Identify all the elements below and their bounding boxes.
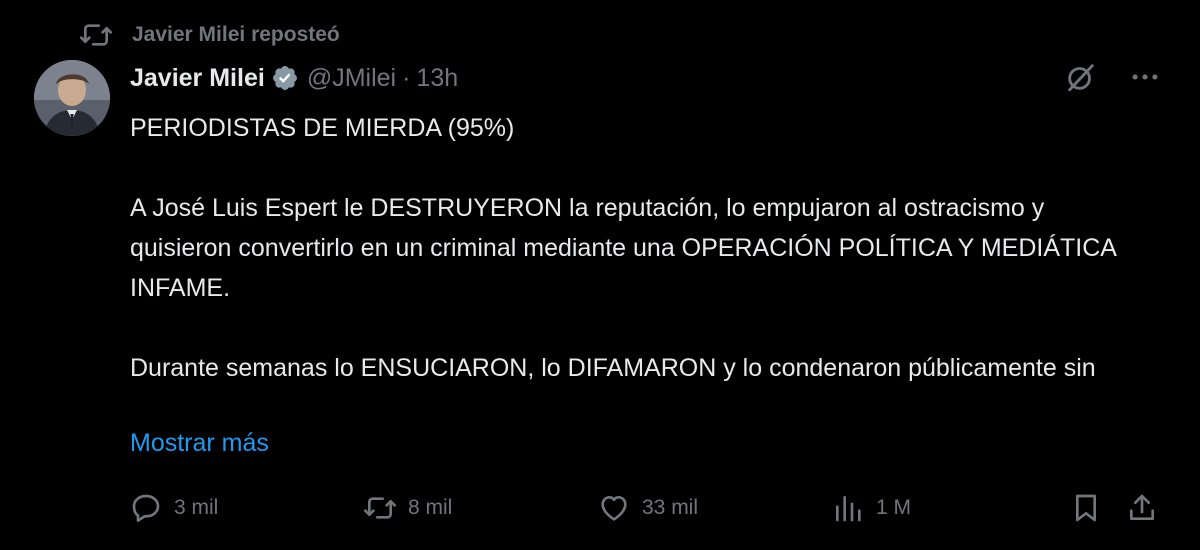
tweet-paragraph: PERIODISTAS DE MIERDA (95%) (130, 114, 515, 142)
share-button[interactable] (1126, 488, 1158, 528)
show-more-link[interactable]: Mostrar más (130, 423, 269, 463)
author-name[interactable]: Javier Milei (130, 64, 265, 93)
retweet-icon (364, 497, 396, 519)
views-button[interactable]: 1 M (832, 488, 911, 528)
views-count: 1 M (876, 496, 912, 519)
reply-icon (132, 494, 160, 522)
grok-icon[interactable] (1064, 60, 1098, 94)
avatar-image (34, 60, 110, 136)
like-count: 33 mil (642, 496, 699, 519)
tweet-text: PERIODISTAS DE MIERDA (95%) A José Luis … (130, 108, 1140, 388)
analytics-icon (836, 496, 861, 522)
retweet-button[interactable]: 8 mil (364, 488, 452, 528)
share-icon (1130, 494, 1154, 520)
separator-dot: · (402, 63, 411, 92)
retweet-count: 8 mil (408, 496, 453, 519)
tweet-header: Javier Milei @JMilei · 13h (130, 60, 458, 96)
more-options-icon[interactable] (1128, 60, 1162, 94)
like-button[interactable]: 33 mil (598, 488, 698, 528)
bookmark-icon (1076, 494, 1096, 522)
reply-count: 3 mil (174, 496, 219, 519)
avatar[interactable] (34, 60, 110, 136)
tweet-top-actions (1064, 60, 1162, 94)
tweet-actions-bar: 3 mil 8 mil 33 mil 1 M (130, 488, 1170, 528)
bookmark-button[interactable] (1070, 488, 1102, 528)
verified-badge-icon[interactable] (271, 64, 299, 92)
retweet-icon (80, 24, 112, 46)
tweet-paragraph: A José Luis Espert le DESTRUYERON la rep… (130, 194, 1116, 302)
repost-label[interactable]: Javier Milei reposteó (132, 23, 340, 47)
tweet-paragraph: Durante semanas lo ENSUCIARON, lo DIFAMA… (130, 354, 1096, 382)
tweet-timestamp[interactable]: 13h (416, 64, 458, 93)
author-handle[interactable]: @JMilei (307, 64, 396, 93)
repost-indicator: Javier Milei reposteó (80, 20, 340, 50)
heart-icon (601, 496, 627, 521)
reply-button[interactable]: 3 mil (130, 488, 218, 528)
